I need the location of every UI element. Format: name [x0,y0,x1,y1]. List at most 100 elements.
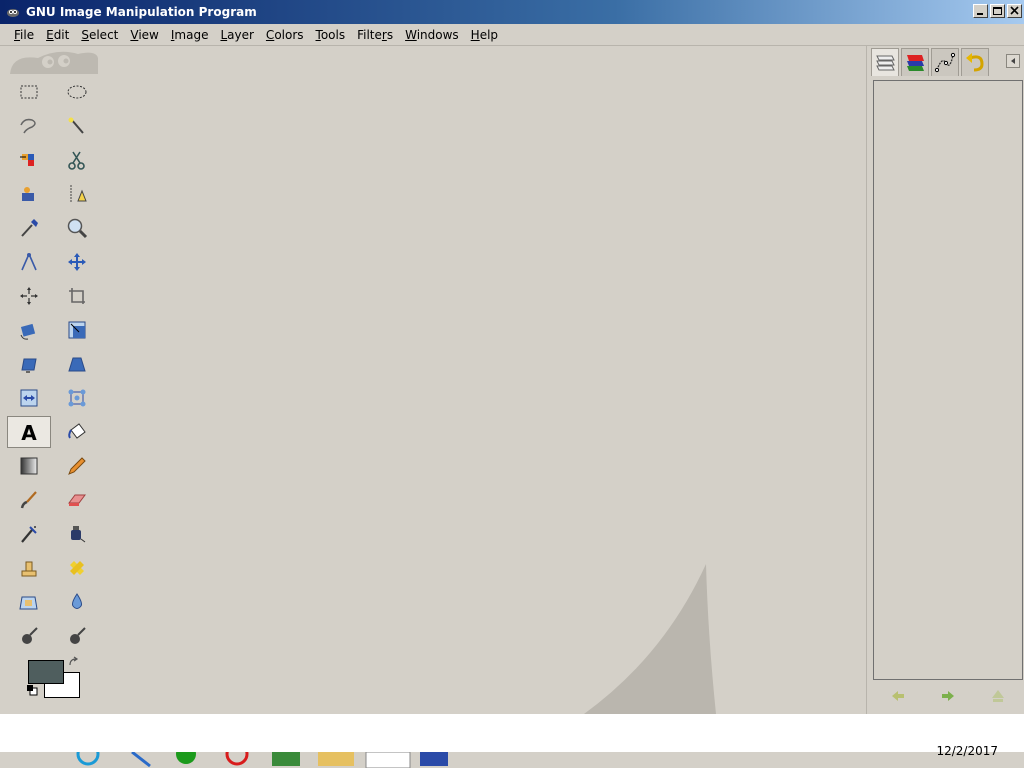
perspective-tool-icon [68,357,86,372]
wilber-drop-area-icon [10,51,98,74]
tab-channels[interactable] [901,48,929,76]
scissors-select-tool-icon [68,151,85,170]
fuzzy-select-tool-icon [68,117,84,134]
free-select-tool-button[interactable] [7,110,51,142]
maximize-icon [993,7,1002,15]
window-controls [973,4,1022,18]
window-title: GNU Image Manipulation Program [26,5,257,19]
scale-tool-button[interactable] [55,314,99,346]
paths-tool-button[interactable] [55,178,99,210]
color-picker-tool-icon [21,219,38,237]
menu-layer[interactable]: Layer [214,25,259,45]
taskbar [0,752,1024,768]
menu-windows[interactable]: Windows [399,25,465,45]
bucket-fill-tool-icon [68,423,86,439]
wilber-watermark-icon [584,564,716,714]
pencil-tool-icon [68,457,86,475]
clone-tool-button[interactable] [7,552,51,584]
airbrush-tool-icon [21,526,37,543]
rotate-tool-button[interactable] [7,314,51,346]
menu-filters[interactable]: Filters [351,25,399,45]
dodge-burn-tool-button[interactable] [55,620,99,652]
blend-tool-button[interactable] [7,450,51,482]
move-tool-button[interactable] [55,246,99,278]
triangle-left-icon [1011,58,1015,64]
close-button[interactable] [1007,4,1022,18]
free-select-tool-icon [20,118,36,134]
image-canvas-area[interactable] [104,46,866,714]
menu-edit[interactable]: Edit [40,25,75,45]
maximize-button[interactable] [990,4,1005,18]
menu-colors[interactable]: Colors [260,25,310,45]
menu-select[interactable]: Select [75,25,124,45]
svg-text:A: A [21,421,37,443]
pencil-tool-button[interactable] [55,450,99,482]
rotate-tool-icon [20,323,36,340]
swap-colors-icon[interactable] [68,656,80,668]
menu-tools[interactable]: Tools [310,25,352,45]
undo-arrow-icon[interactable] [890,688,906,704]
crop-tool-icon [69,288,85,304]
text-tool-button[interactable]: A [7,416,51,448]
redo-arrow-icon[interactable] [940,688,956,704]
perspective-clone-tool-button[interactable] [7,586,51,618]
dock-menu-button[interactable] [1006,54,1020,68]
eraser-tool-button[interactable] [55,484,99,516]
taskbar-icons-icon [76,752,448,768]
paintbrush-tool-icon [20,491,37,509]
ellipse-select-tool-icon [67,85,87,99]
dock-footer [873,682,1023,710]
gimp-window: GNU Image Manipulation Program File Edit S… [0,0,1024,768]
bucket-fill-tool-button[interactable] [55,416,99,448]
flip-tool-icon [20,389,38,407]
dodge-burn-tool-icon [70,627,86,644]
menu-view[interactable]: View [124,25,164,45]
foreground-select-tool-button[interactable] [7,178,51,210]
zoom-tool-button[interactable] [55,212,99,244]
measure-tool-icon [21,253,37,271]
cage-transform-tool-button[interactable] [55,382,99,414]
select-by-color-tool-button[interactable] [7,144,51,176]
tab-undo-history[interactable] [961,48,989,76]
color-swatch-area [22,656,86,706]
menu-image[interactable]: Image [165,25,215,45]
menu-file[interactable]: File [8,25,40,45]
perspective-clone-tool-icon [19,596,38,610]
align-tool-button[interactable] [7,280,51,312]
paths-tool-icon [70,185,87,203]
rect-select-tool-button[interactable] [7,76,51,108]
dock-tabs [871,48,1021,78]
ellipse-select-tool-button[interactable] [55,76,99,108]
minimize-icon [977,13,983,15]
airbrush-tool-button[interactable] [7,518,51,550]
tab-paths[interactable] [931,48,959,76]
perspective-tool-button[interactable] [55,348,99,380]
minimize-button[interactable] [973,4,988,18]
scale-tool-icon [68,321,86,339]
blur-sharpen-tool-button[interactable] [55,586,99,618]
foreground-color[interactable] [28,660,64,684]
smudge-tool-button[interactable] [7,620,51,652]
tab-layers[interactable] [871,48,899,76]
ink-tool-icon [71,526,86,543]
fuzzy-select-tool-button[interactable] [55,110,99,142]
zoom-tool-icon [67,218,88,239]
color-picker-tool-button[interactable] [7,212,51,244]
default-colors-icon[interactable] [26,684,38,696]
shear-tool-button[interactable] [7,348,51,380]
heal-tool-button[interactable] [55,552,99,584]
heal-tool-icon [70,561,84,575]
title-bar: GNU Image Manipulation Program [0,0,1024,24]
select-by-color-tool-icon [20,154,34,166]
paintbrush-tool-button[interactable] [7,484,51,516]
ink-tool-button[interactable] [55,518,99,550]
flip-tool-button[interactable] [7,382,51,414]
layers-icon [876,55,895,70]
measure-tool-button[interactable] [7,246,51,278]
scissors-select-tool-button[interactable] [55,144,99,176]
taskbar-clock: 12/2/2017 [936,744,998,758]
menu-help[interactable]: Help [465,25,504,45]
gimp-icon [7,9,19,17]
clear-history-icon[interactable] [990,688,1006,704]
crop-tool-button[interactable] [55,280,99,312]
